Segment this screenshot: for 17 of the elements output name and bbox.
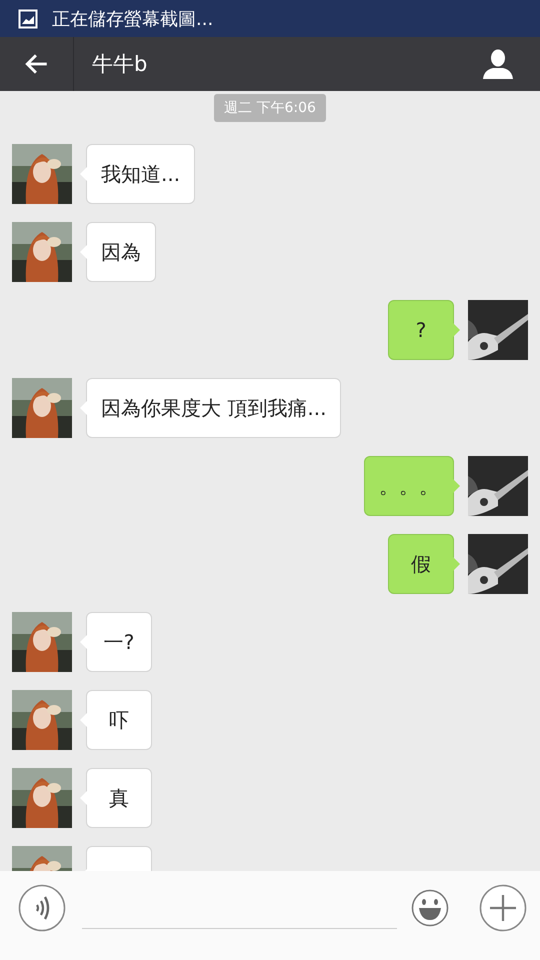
plus-button[interactable] (479, 884, 527, 932)
bubble-tail (80, 713, 87, 727)
bubble-tail (80, 635, 87, 649)
bubble-tail (453, 479, 460, 493)
voice-button[interactable] (18, 884, 66, 932)
bubble-tail (80, 167, 87, 181)
bubble-tail (80, 401, 87, 415)
notification-text: 正在儲存螢幕截圖... (52, 8, 214, 30)
image-icon (18, 8, 38, 28)
timestamp: 週二 下午6:06 (214, 94, 326, 122)
bubble-tail (80, 791, 87, 805)
emoji-button[interactable] (411, 889, 449, 927)
bubble-tail (453, 557, 460, 571)
profile-icon[interactable] (482, 49, 514, 79)
bubble-tail (80, 245, 87, 259)
bubble-tail (453, 323, 460, 337)
chat-title: 牛牛b (92, 51, 148, 78)
